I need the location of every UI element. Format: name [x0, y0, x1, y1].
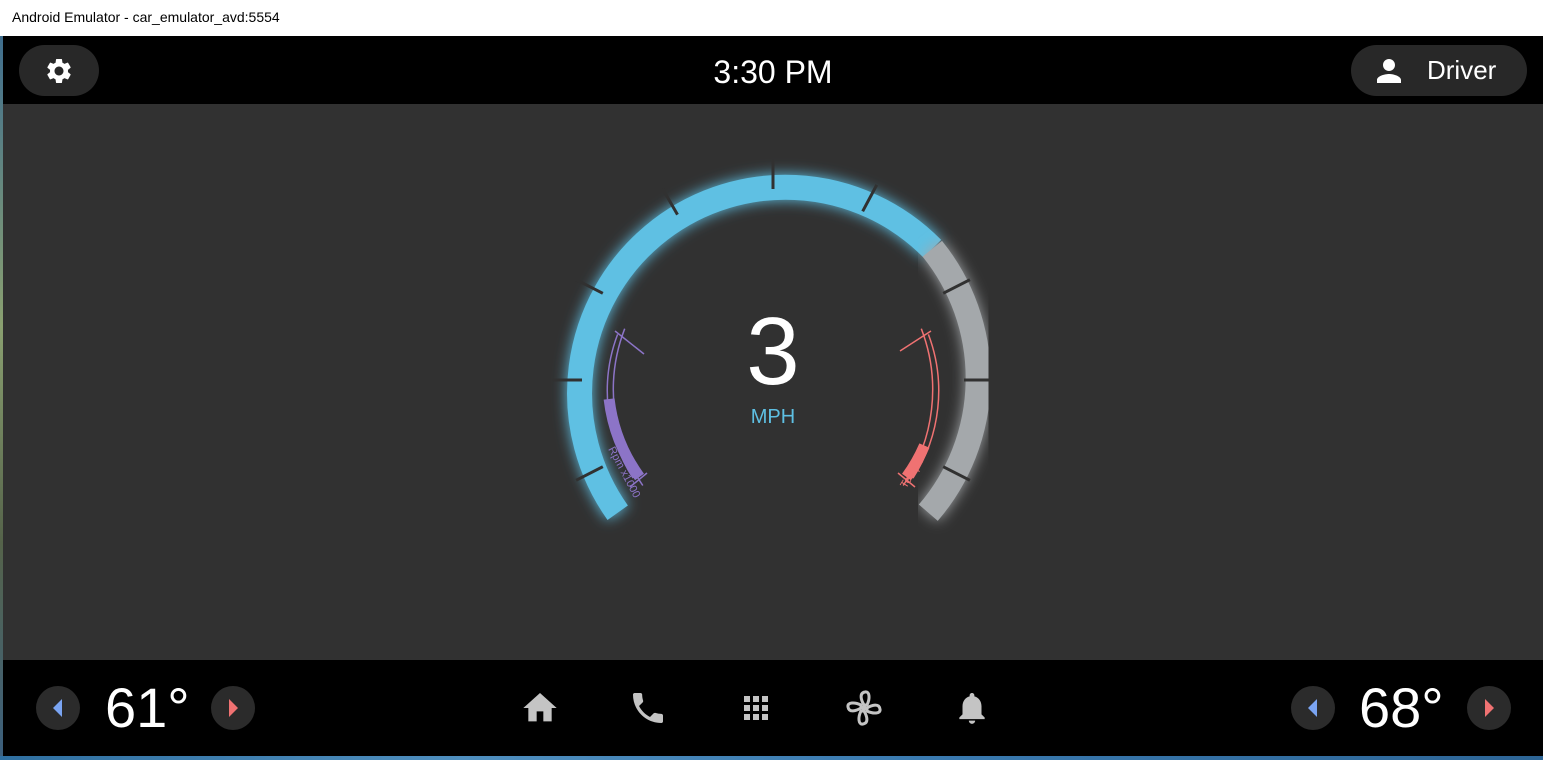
left-temperature: 61° — [105, 676, 190, 739]
left-temp-increase-button[interactable] — [211, 686, 255, 730]
clock: 3:30 PM — [713, 54, 833, 90]
right-temperature: 68° — [1359, 676, 1444, 739]
user-profile-button[interactable]: Driver — [1351, 45, 1527, 96]
right-temp-decrease-button[interactable] — [1291, 686, 1335, 730]
fan-icon — [846, 690, 882, 726]
arrow-left-icon — [1308, 699, 1317, 717]
temp-gauge-top-cap — [899, 330, 932, 352]
bell-icon — [959, 692, 985, 724]
right-temp-increase-button[interactable] — [1467, 686, 1511, 730]
arrow-right-icon — [229, 699, 238, 717]
app-grid-button[interactable] — [736, 688, 776, 728]
desktop-taskbar-edge — [0, 756, 1543, 760]
speed-unit-label: MPH — [750, 406, 796, 428]
person-icon — [1377, 59, 1401, 83]
instrument-cluster: Rpm x1000 Temp F 3 MPH — [3, 104, 1543, 660]
phone-icon — [633, 693, 663, 723]
system-navigation-bar: 61° 68° — [3, 660, 1543, 756]
hvac-fan-button[interactable] — [844, 688, 884, 728]
arrow-left-icon — [53, 699, 62, 717]
left-temp-decrease-button[interactable] — [36, 686, 80, 730]
speed-readout: 3 — [746, 298, 800, 405]
window-titlebar[interactable]: Android Emulator - car_emulator_avd:5554 — [0, 0, 1543, 36]
arrow-right-icon — [1485, 699, 1494, 717]
window-title: Android Emulator - car_emulator_avd:5554 — [12, 9, 280, 25]
car-screen: 3:30 PM Driver Rpm x1000 Temp F 3 MPH 61… — [3, 36, 1543, 756]
user-name-label: Driver — [1427, 55, 1497, 85]
home-icon — [523, 693, 557, 722]
home-button[interactable] — [520, 688, 560, 728]
phone-button[interactable] — [628, 688, 668, 728]
notifications-button[interactable] — [952, 688, 992, 728]
app-grid-icon — [744, 696, 768, 720]
status-bar: 3:30 PM Driver — [3, 36, 1543, 104]
